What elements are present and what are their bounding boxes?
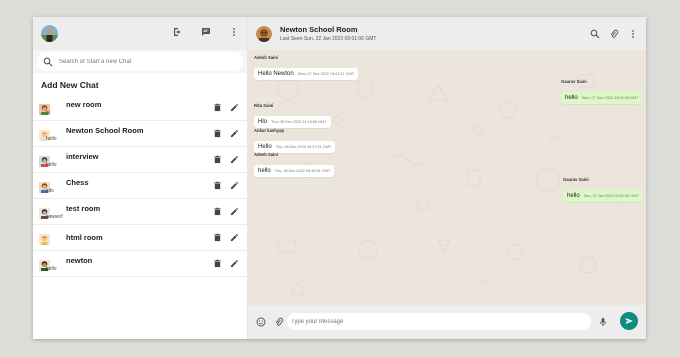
message-sender: Adesh Saini — [254, 55, 278, 60]
message-text: Hello — [258, 144, 272, 150]
message-time: Thu, 08 Dec 2022 04:27:21 GMT — [275, 145, 332, 149]
list-item[interactable]: html room — [33, 225, 247, 251]
pencil-icon[interactable] — [230, 129, 239, 138]
message-bubble[interactable]: Hlo Thu, 08 Dec 2022 01:15:56 GMT — [254, 116, 331, 128]
message: Gaurav Saini hello Sun, 22 Jan 2023 09:0… — [563, 177, 643, 202]
message: Gaurav Saini hello Wed, 07 Dec 2022 23:0… — [561, 79, 643, 104]
trash-icon[interactable] — [213, 207, 222, 216]
message-time: Sun, 22 Jan 2023 09:01:06 GMT — [583, 194, 639, 198]
message-composer — [248, 305, 646, 339]
message-text: hello — [565, 95, 578, 101]
message-icon[interactable] — [201, 27, 211, 37]
chat-last-message: sds — [46, 187, 54, 194]
attach-icon[interactable] — [274, 317, 284, 327]
message-text: hello — [567, 193, 580, 199]
message: Adesh Saini hello Thu, 08 Dec 2022 08:48… — [254, 152, 335, 177]
chat-last-message: hello — [46, 135, 57, 142]
trash-icon[interactable] — [213, 103, 222, 112]
message-sender: Ritu Saini — [254, 103, 274, 108]
search-icon — [43, 57, 53, 67]
message-bubble[interactable]: hello Wed, 07 Dec 2022 23:05:38 GMT — [561, 92, 643, 104]
pencil-icon[interactable] — [230, 233, 239, 242]
list-item[interactable]: Newton School Room hello — [33, 121, 247, 147]
app-window: Add New Chat new room hi — [33, 17, 646, 339]
more-vert-icon[interactable] — [229, 27, 239, 37]
trash-icon[interactable] — [213, 155, 222, 164]
message-input[interactable] — [291, 318, 581, 325]
pencil-icon[interactable] — [230, 103, 239, 112]
pencil-icon[interactable] — [230, 259, 239, 268]
search-icon[interactable] — [590, 29, 600, 39]
list-item[interactable]: newton hello — [33, 251, 247, 277]
message-bubble[interactable]: Hello Newton Wed, 07 Dec 2022 23:02:11 G… — [254, 68, 359, 80]
mic-icon[interactable] — [598, 317, 608, 327]
search-input[interactable] — [59, 58, 229, 65]
message-sender: Ankur kashyap — [254, 128, 285, 133]
send-button[interactable] — [620, 312, 638, 330]
trash-icon[interactable] — [213, 181, 222, 190]
attach-icon[interactable] — [609, 29, 619, 39]
list-item[interactable]: Chess sds — [33, 173, 247, 199]
message-text: Hlo — [258, 119, 268, 125]
message-sender: Adesh Saini — [254, 152, 278, 157]
sidebar: Add New Chat new room hi — [33, 17, 248, 339]
emoji-icon[interactable] — [256, 317, 266, 327]
message-time: Wed, 07 Dec 2022 23:05:38 GMT — [581, 96, 639, 100]
chat-last-message: hi — [46, 109, 50, 116]
chat-panel: Newton School Room Last Seen Sun, 22 Jan… — [248, 17, 646, 339]
message-bubble[interactable]: hello Sun, 22 Jan 2023 09:01:06 GMT — [563, 190, 643, 202]
pencil-icon[interactable] — [230, 155, 239, 164]
chat-last-message: hello — [46, 161, 57, 168]
more-vert-icon[interactable] — [628, 29, 638, 39]
chat-title: Newton School Room — [280, 25, 358, 34]
trash-icon[interactable] — [213, 233, 222, 242]
user-avatar[interactable] — [41, 25, 58, 42]
message: Adesh Saini Hello Newton Wed, 07 Dec 202… — [254, 55, 359, 80]
send-icon — [624, 316, 634, 326]
room-avatar — [39, 232, 50, 245]
sidebar-header — [33, 17, 247, 50]
last-seen: Last Seen Sun, 22 Jan 2023 09:01:06 GMT — [280, 36, 377, 42]
pencil-icon[interactable] — [230, 181, 239, 190]
add-new-chat[interactable]: Add New Chat — [33, 73, 247, 95]
chat-last-message: hello — [46, 265, 57, 272]
message-input-box[interactable] — [287, 313, 591, 330]
search-box[interactable] — [37, 52, 243, 71]
message-text: Hello Newton — [258, 71, 294, 77]
message: Ankur kashyap Hello Thu, 08 Dec 2022 04:… — [254, 128, 336, 153]
message-time: Wed, 07 Dec 2022 23:02:11 GMT — [297, 72, 355, 76]
message-time: Thu, 08 Dec 2022 01:15:56 GMT — [271, 120, 327, 124]
pencil-icon[interactable] — [230, 207, 239, 216]
trash-icon[interactable] — [213, 129, 222, 138]
message-sender: Gaurav Saini — [563, 177, 589, 182]
chat-header: Newton School Room Last Seen Sun, 22 Jan… — [248, 17, 646, 50]
trash-icon[interactable] — [213, 259, 222, 268]
list-item[interactable]: interview hello — [33, 147, 247, 173]
chat-last-message: wewecf — [46, 213, 63, 220]
search-container — [33, 50, 247, 73]
room-avatar[interactable] — [256, 25, 272, 42]
message-area: Adesh Saini Hello Newton Wed, 07 Dec 202… — [248, 50, 646, 305]
list-item[interactable]: new room hi — [33, 95, 247, 121]
logout-icon[interactable] — [173, 27, 183, 37]
chat-list: new room hi Newton School Room hello int… — [33, 95, 247, 339]
message-text: hello — [258, 168, 271, 174]
list-item[interactable]: test room wewecf — [33, 199, 247, 225]
message: Ritu Saini Hlo Thu, 08 Dec 2022 01:15:56… — [254, 103, 331, 128]
message-time: Thu, 08 Dec 2022 08:48:51 GMT — [274, 169, 331, 173]
message-sender: Gaurav Saini — [561, 79, 587, 84]
message-bubble[interactable]: hello Thu, 08 Dec 2022 08:48:51 GMT — [254, 165, 335, 177]
